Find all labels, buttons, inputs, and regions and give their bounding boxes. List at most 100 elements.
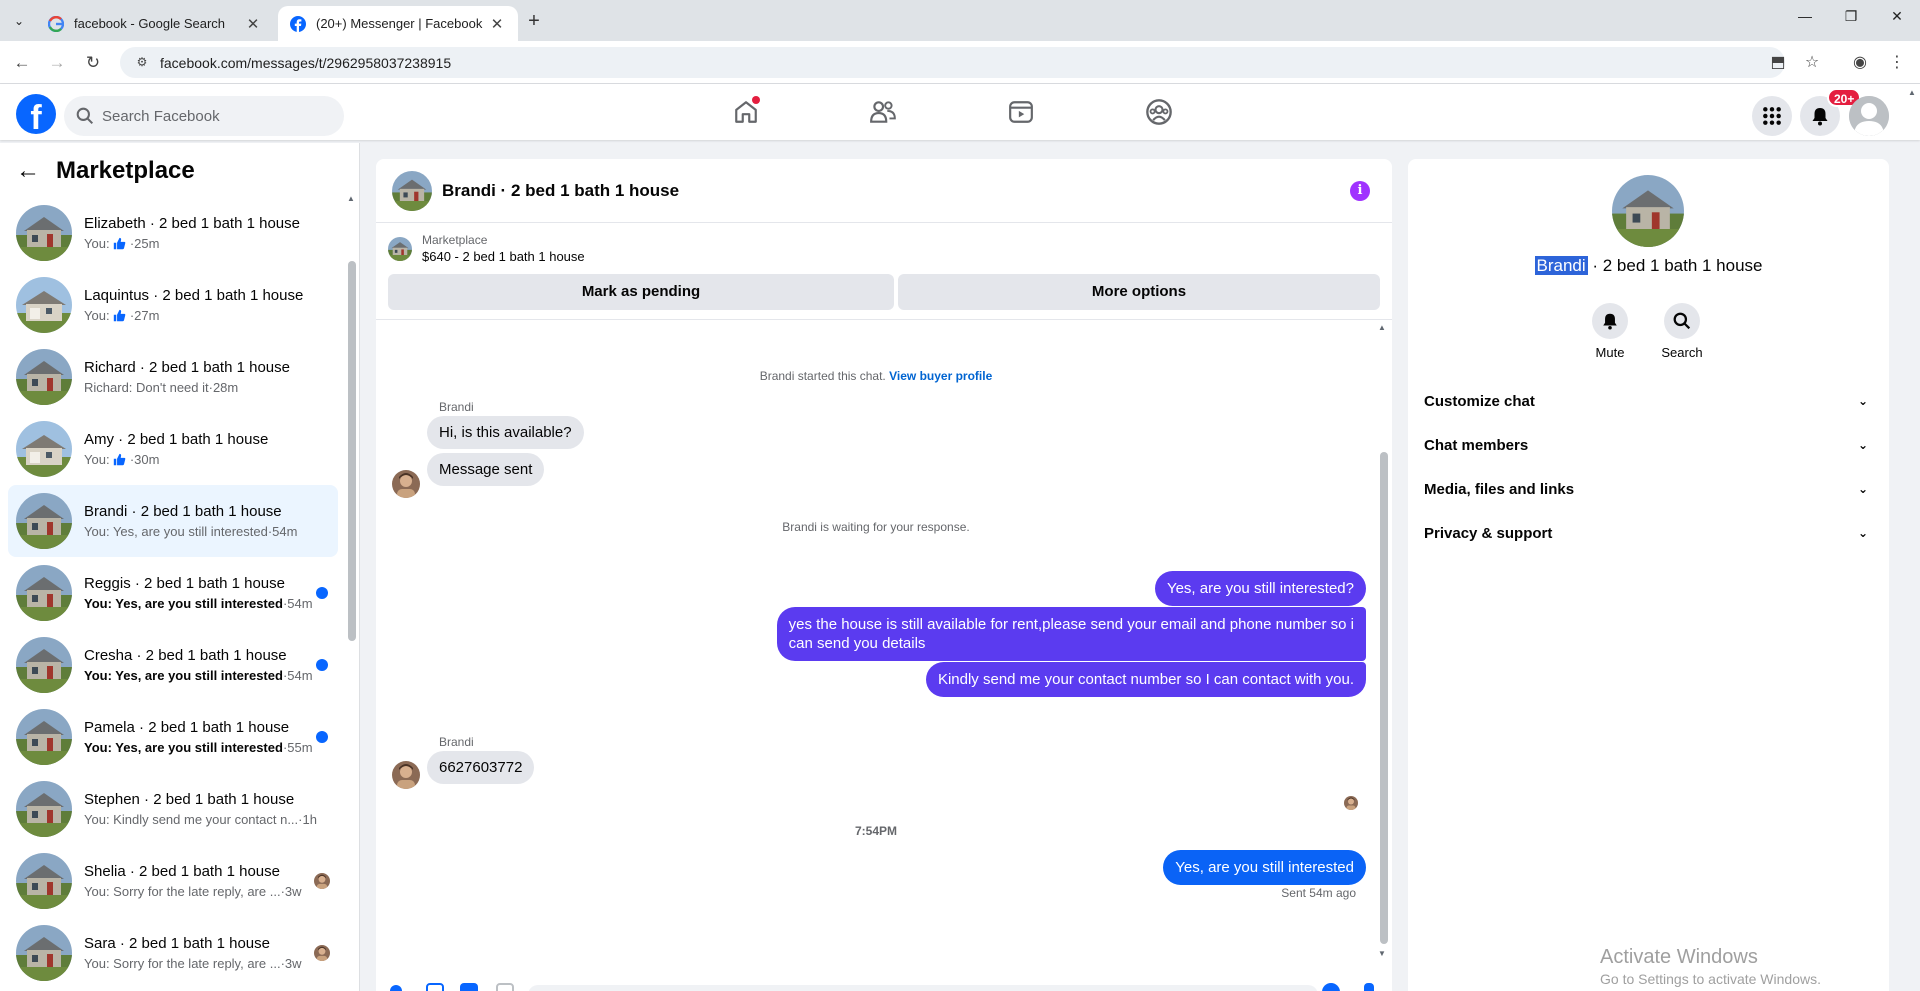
menu-grid-icon xyxy=(1763,107,1781,125)
outgoing-message[interactable]: Yes, are you still interested? xyxy=(1154,571,1366,606)
forward-arrow-icon[interactable]: → xyxy=(44,50,70,76)
sidebar-scrollbar[interactable] xyxy=(348,261,356,641)
chat-started-text: Brandi started this chat. xyxy=(759,369,886,383)
chat-members-section[interactable]: Chat members ⌄ xyxy=(1424,423,1874,467)
plus-icon[interactable] xyxy=(390,985,402,991)
conversation-text: Brandi · 2 bed 1 bath 1 house You: Yes, a… xyxy=(84,503,338,539)
groups-nav-button[interactable] xyxy=(1139,92,1179,132)
scroll-up-arrow-icon[interactable]: ▲ xyxy=(1908,88,1916,97)
menu-grid-button[interactable] xyxy=(1752,96,1792,136)
browser-tab-google[interactable]: facebook - Google Search ✕ xyxy=(36,6,274,41)
conversation-sidebar: ← Marketplace ▲ Elizabeth · 2 bed 1 bath… xyxy=(0,143,360,991)
watermark-subtitle: Go to Settings to activate Windows. xyxy=(1600,971,1821,987)
site-info-icon[interactable]: ⚙ xyxy=(134,55,150,71)
privacy-support-section[interactable]: Privacy & support ⌄ xyxy=(1424,511,1874,555)
conversation-text: Cresha · 2 bed 1 bath 1 house You: Yes, a… xyxy=(84,647,338,683)
sticker-icon[interactable] xyxy=(460,983,478,991)
bell-icon xyxy=(1603,313,1617,330)
customize-chat-section[interactable]: Customize chat ⌄ xyxy=(1424,379,1874,423)
reload-icon[interactable]: ↻ xyxy=(80,50,106,76)
facebook-logo[interactable]: f xyxy=(16,94,56,134)
window-close-icon[interactable]: ✕ xyxy=(1874,8,1920,32)
conversation-item[interactable]: Cresha · 2 bed 1 bath 1 house You: Yes, a… xyxy=(8,629,338,701)
conversation-thumbnail xyxy=(16,637,72,693)
message-input[interactable] xyxy=(528,985,1318,991)
chat-header[interactable]: Brandi · 2 bed 1 bath 1 house i xyxy=(376,159,1392,223)
install-app-icon[interactable]: ⬒ xyxy=(1767,52,1789,74)
new-tab-icon[interactable]: + xyxy=(522,10,546,34)
conversation-thumbnail xyxy=(16,781,72,837)
conversation-item[interactable]: Richard · 2 bed 1 bath 1 house Richard: D… xyxy=(8,341,338,413)
conversation-preview: You: Sorry for the late reply, are ...·3… xyxy=(84,956,338,971)
facebook-search-input[interactable]: Search Facebook xyxy=(64,96,344,136)
info-icon[interactable]: i xyxy=(1350,181,1370,201)
waiting-notice: Brandi is waiting for your response. xyxy=(782,520,970,534)
tab-close-icon[interactable]: ✕ xyxy=(488,15,506,33)
gif-icon[interactable] xyxy=(496,983,514,991)
video-icon xyxy=(1009,101,1033,123)
browser-menu-icon[interactable]: ⋮ xyxy=(1886,52,1908,74)
groups-icon xyxy=(1146,99,1172,125)
media-files-links-section[interactable]: Media, files and links ⌄ xyxy=(1424,467,1874,511)
conversation-item[interactable]: Pamela · 2 bed 1 bath 1 house You: Yes, a… xyxy=(8,701,338,773)
details-listing-thumbnail[interactable] xyxy=(1612,175,1684,247)
chat-scrollbar[interactable] xyxy=(1380,452,1388,944)
browser-tab-messenger[interactable]: (20+) Messenger | Facebook ✕ xyxy=(278,6,518,41)
address-bar[interactable]: ⚙ facebook.com/messages/t/29629580372389… xyxy=(120,47,1785,78)
sender-avatar[interactable] xyxy=(392,761,420,789)
message-timestamp: 7:54PM xyxy=(854,824,898,838)
back-arrow-icon[interactable]: ← xyxy=(16,157,46,185)
scroll-down-arrow-icon[interactable]: ▼ xyxy=(1378,949,1386,958)
like-send-icon[interactable] xyxy=(1364,983,1374,991)
bookmark-star-icon[interactable]: ☆ xyxy=(1801,52,1823,74)
conversation-text: Stephen · 2 bed 1 bath 1 house You: Kindl… xyxy=(84,791,338,827)
conversation-name: Elizabeth · 2 bed 1 bath 1 house xyxy=(84,215,300,232)
conversation-item[interactable]: Amy · 2 bed 1 bath 1 house You: ·30m xyxy=(8,413,338,485)
incoming-message[interactable]: Hi, is this available? xyxy=(427,416,584,449)
preview-message: Kindly send me your contact n... xyxy=(109,812,299,827)
scroll-up-arrow-icon[interactable]: ▲ xyxy=(1378,323,1386,332)
emoji-icon[interactable] xyxy=(1322,983,1340,991)
preview-sender: You: xyxy=(84,884,110,899)
conversation-item[interactable]: Reggis · 2 bed 1 bath 1 house You: Yes, a… xyxy=(8,557,338,629)
video-nav-button[interactable] xyxy=(1001,92,1041,132)
back-arrow-icon[interactable]: ← xyxy=(9,50,35,76)
tab-search-dropdown-icon[interactable]: ⌄ xyxy=(8,10,30,32)
read-receipt-avatar xyxy=(314,873,330,889)
home-nav-button[interactable] xyxy=(726,92,766,132)
conversation-item[interactable]: Shelia · 2 bed 1 bath 1 house You: Sorry … xyxy=(8,845,338,917)
preview-time: ·54m xyxy=(282,596,313,611)
sender-avatar[interactable] xyxy=(392,470,420,498)
incoming-message[interactable]: 6627603772 xyxy=(427,751,535,784)
outgoing-message[interactable]: Kindly send me your contact number so I … xyxy=(925,662,1366,697)
conversation-item[interactable]: Elizabeth · 2 bed 1 bath 1 house You: ·25… xyxy=(8,197,338,269)
preview-time: ·28m xyxy=(208,380,239,395)
listing-thumbnail xyxy=(388,237,412,261)
preview-sender: You: xyxy=(84,236,110,251)
tab-close-icon[interactable]: ✕ xyxy=(244,15,262,33)
conversation-item[interactable]: Stephen · 2 bed 1 bath 1 house You: Kindl… xyxy=(8,773,338,845)
photo-icon[interactable] xyxy=(426,983,444,991)
conversation-item[interactable]: Brandi · 2 bed 1 bath 1 house You: Yes, a… xyxy=(8,485,338,557)
view-buyer-profile-link[interactable]: View buyer profile xyxy=(889,369,992,383)
mute-button[interactable]: Mute xyxy=(1580,303,1640,360)
profile-icon[interactable]: ◉ xyxy=(1849,52,1871,74)
incoming-message[interactable]: Message sent xyxy=(427,453,545,486)
friends-nav-button[interactable] xyxy=(863,92,903,132)
more-options-button[interactable]: More options xyxy=(898,274,1380,310)
search-conversation-button[interactable]: Search xyxy=(1652,303,1712,360)
account-avatar[interactable] xyxy=(1849,96,1889,136)
restore-icon[interactable]: ❐ xyxy=(1828,8,1874,32)
listing-summary[interactable]: Marketplace $640 - 2 bed 1 bath 1 house xyxy=(388,233,585,264)
minimize-icon[interactable]: — xyxy=(1782,8,1828,32)
home-notification-dot xyxy=(752,96,760,104)
conversation-preview: You: ·27m xyxy=(84,308,338,323)
chevron-down-icon: ⌄ xyxy=(1857,438,1868,452)
outgoing-message[interactable]: Yes, are you still interested xyxy=(1163,850,1366,885)
outgoing-message[interactable]: yes the house is still available for ren… xyxy=(776,607,1366,661)
conversation-item[interactable]: Laquintus · 2 bed 1 bath 1 house You: ·27… xyxy=(8,269,338,341)
scroll-up-arrow-icon[interactable]: ▲ xyxy=(347,194,355,203)
mark-as-pending-button[interactable]: Mark as pending xyxy=(388,274,894,310)
sent-status: Sent 54m ago xyxy=(1281,886,1356,900)
conversation-item[interactable]: Sara · 2 bed 1 bath 1 house You: Sorry fo… xyxy=(8,917,338,989)
